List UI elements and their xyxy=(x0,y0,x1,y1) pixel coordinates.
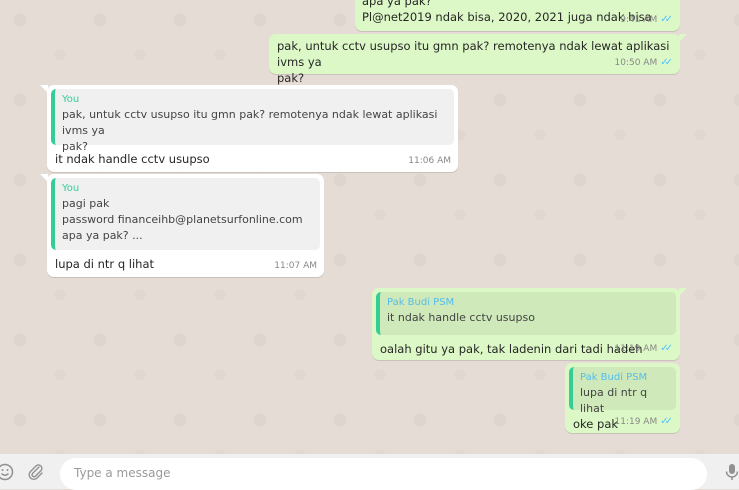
message-time: 11:19 AM xyxy=(614,344,658,354)
message-input[interactable]: Type a message xyxy=(60,458,707,490)
message-text: pak, untuk cctv usupso itu gmn pak? remo… xyxy=(277,39,670,85)
message-time: 11:19 AM xyxy=(614,417,658,427)
message-meta: 11:06 AM xyxy=(408,153,451,169)
read-ticks-icon: ✓✓ xyxy=(660,57,673,68)
read-ticks-icon: ✓✓ xyxy=(660,343,673,354)
incoming-message[interactable]: You pagi pak password financeihb@planets… xyxy=(40,174,324,277)
message-time: 11:07 AM xyxy=(274,261,317,271)
outgoing-message[interactable]: Pak Budi PSM it ndak handle cctv usupso … xyxy=(372,288,687,360)
message-meta: 11:19 AM ✓✓ xyxy=(615,414,674,430)
message-meta: 11:19 AM ✓✓ xyxy=(615,341,674,357)
quoted-message[interactable]: You pak, untuk cctv usupso itu gmn pak? … xyxy=(51,89,454,153)
message-time: 10:50 AM xyxy=(614,58,658,68)
outgoing-message[interactable]: Pak Budi PSM lupa di ntr q lihat oke pak… xyxy=(565,363,680,433)
chat-area[interactable]: apa ya pak? Pl@net2019 ndak bisa, 2020, … xyxy=(0,0,739,454)
outgoing-message[interactable]: apa ya pak? Pl@net2019 ndak bisa, 2020, … xyxy=(355,0,680,31)
quoted-message[interactable]: You pagi pak password financeihb@planets… xyxy=(51,178,320,250)
quoted-message[interactable]: Pak Budi PSM lupa di ntr q lihat xyxy=(569,367,676,415)
attach-icon[interactable] xyxy=(27,463,45,485)
read-ticks-icon: ✓✓ xyxy=(660,416,673,427)
quote-author: You xyxy=(62,183,80,194)
message-time: 9:41 AM xyxy=(620,15,658,25)
quote-author: Pak Budi PSM xyxy=(387,297,455,308)
quoted-message[interactable]: Pak Budi PSM it ndak handle cctv usupso xyxy=(376,292,676,335)
composer-bar: Type a message xyxy=(0,454,739,490)
emoji-icon[interactable] xyxy=(0,463,14,485)
message-input-placeholder: Type a message xyxy=(74,466,171,480)
microphone-icon[interactable] xyxy=(724,463,739,485)
quote-author: Pak Budi PSM xyxy=(580,372,648,383)
message-time: 11:06 AM xyxy=(408,156,451,166)
outgoing-message[interactable]: pak, untuk cctv usupso itu gmn pak? remo… xyxy=(269,34,687,85)
quote-text: pagi pak password financeihb@planetsurfo… xyxy=(62,197,303,242)
quote-text: it ndak handle cctv usupso xyxy=(387,311,535,324)
read-ticks-icon: ✓✓ xyxy=(660,14,673,25)
quote-author: You xyxy=(62,94,80,105)
message-text: it ndak handle cctv usupso xyxy=(55,152,210,166)
incoming-message[interactable]: You pak, untuk cctv usupso itu gmn pak? … xyxy=(40,85,458,172)
message-meta: 11:07 AM xyxy=(274,258,317,274)
message-meta: 10:50 AM ✓✓ xyxy=(615,55,674,71)
message-meta: 9:41 AM ✓✓ xyxy=(620,12,673,28)
